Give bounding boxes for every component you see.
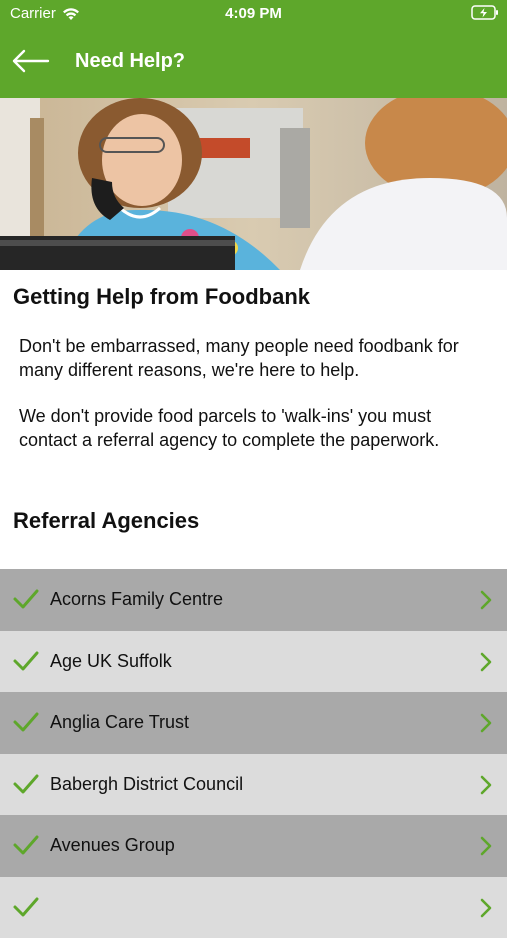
list-item-label: Acorns Family Centre <box>50 589 223 610</box>
list-item-label: Age UK Suffolk <box>50 651 172 672</box>
list-item-label: Anglia Care Trust <box>50 712 189 733</box>
chevron-right-icon <box>479 835 493 857</box>
status-bar: Carrier 4:09 PM <box>0 0 507 28</box>
page-title: Need Help? <box>75 50 185 73</box>
checkmark-icon <box>12 895 40 919</box>
navigation-bar: Need Help? <box>0 28 507 98</box>
chevron-right-icon <box>479 774 493 796</box>
arrow-left-icon <box>10 46 50 76</box>
list-item[interactable]: Avenues Group <box>0 815 507 877</box>
status-time: 4:09 PM <box>0 5 507 22</box>
intro-paragraph: Don't be embarrassed, many people need f… <box>19 334 489 382</box>
list-item[interactable]: Acorns Family Centre <box>0 569 507 631</box>
checkmark-icon <box>12 833 40 857</box>
list-item[interactable] <box>0 877 507 938</box>
chevron-right-icon <box>479 589 493 611</box>
chevron-right-icon <box>479 712 493 734</box>
list-item-label: Babergh District Council <box>50 774 243 795</box>
checkmark-icon <box>12 587 40 611</box>
checkmark-icon <box>12 649 40 673</box>
hero-image <box>0 98 507 270</box>
section-heading: Getting Help from Foodbank <box>13 284 310 310</box>
battery-icon <box>471 5 499 24</box>
checkmark-icon <box>12 710 40 734</box>
checkmark-icon <box>12 772 40 796</box>
list-item[interactable]: Babergh District Council <box>0 754 507 816</box>
agency-list: Acorns Family Centre Age UK Suffolk Angl… <box>0 569 507 938</box>
back-button[interactable] <box>10 46 54 80</box>
list-item[interactable]: Anglia Care Trust <box>0 692 507 754</box>
chevron-right-icon <box>479 651 493 673</box>
list-item-label: Avenues Group <box>50 835 175 856</box>
walk-ins-paragraph: We don't provide food parcels to 'walk-i… <box>19 404 489 452</box>
list-item[interactable]: Age UK Suffolk <box>0 631 507 693</box>
agencies-heading: Referral Agencies <box>13 508 199 534</box>
